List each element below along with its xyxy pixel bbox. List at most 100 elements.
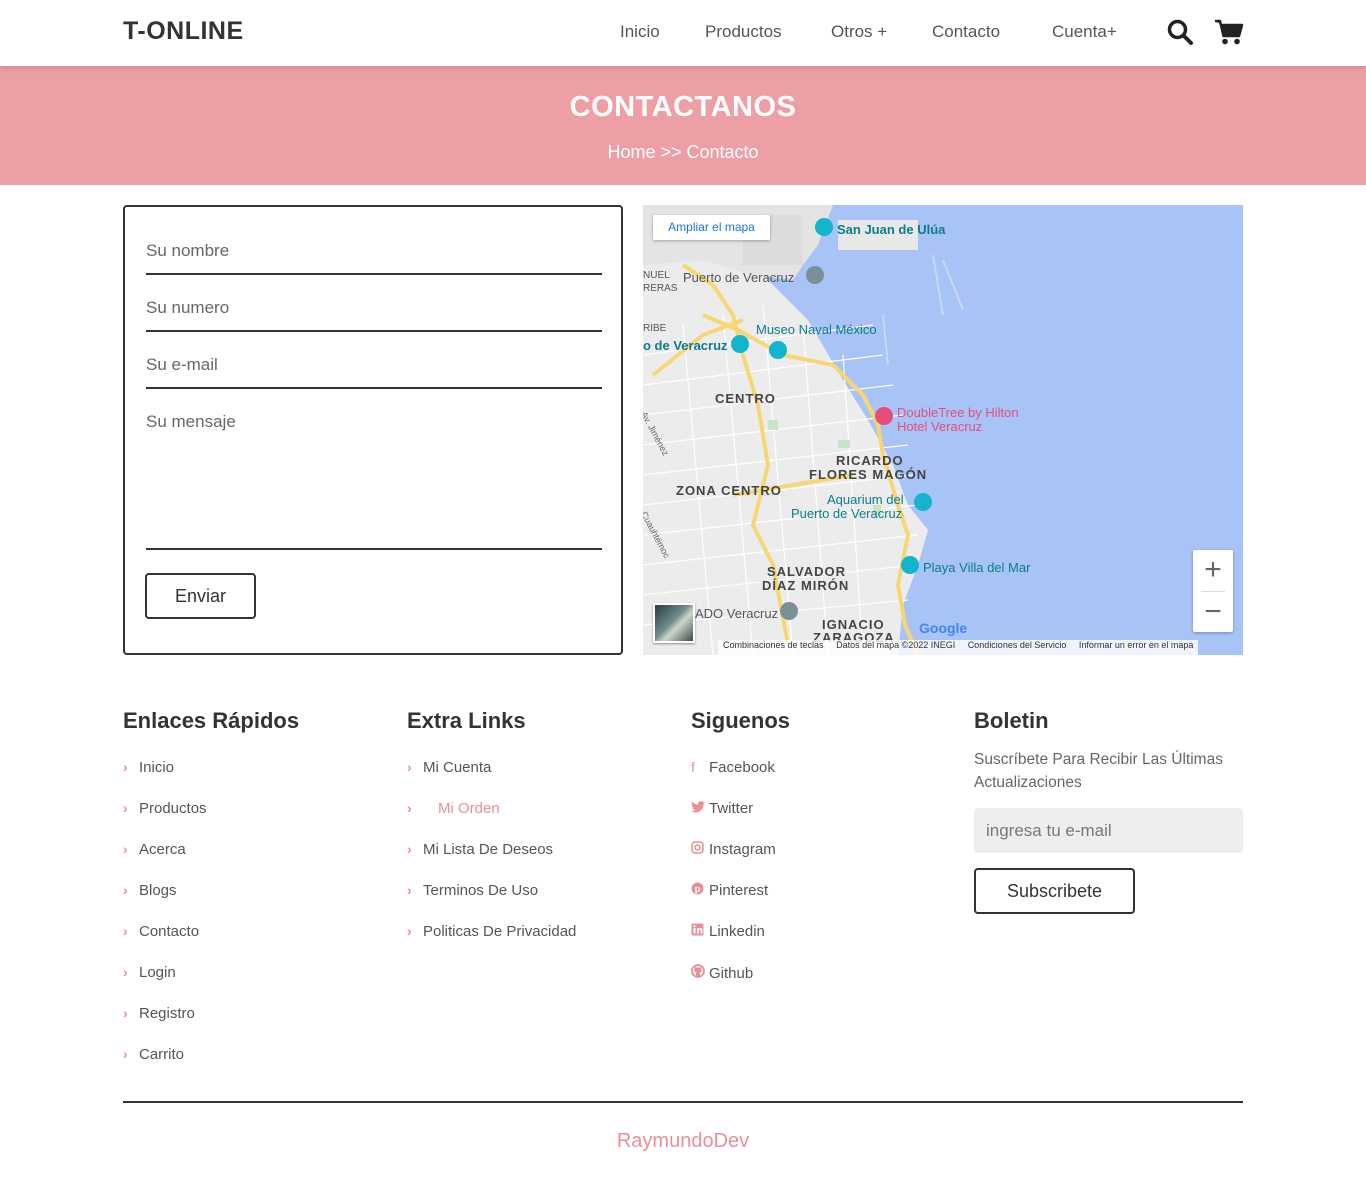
phone-field[interactable]: Su numero	[146, 298, 602, 332]
map-label-doubletree: DoubleTree by Hilton	[897, 405, 1019, 420]
social-link-label: Twitter	[709, 800, 754, 817]
map-label-ado: ADO Veracruz	[695, 606, 779, 621]
social-link-twitter[interactable]: Twitter	[691, 800, 753, 817]
map-expand-button[interactable]: Ampliar el mapa	[653, 215, 770, 240]
pinterest-icon: p	[691, 882, 709, 898]
map-label-aquarium: Aquarium del	[827, 492, 904, 507]
quick-link-inicio[interactable]: › Inicio	[123, 759, 174, 776]
social-link-linkedin[interactable]: Linkedin	[691, 923, 765, 940]
social-link-github[interactable]: Github	[691, 964, 753, 982]
quick-link-contacto[interactable]: › Contacto	[123, 923, 199, 940]
quick-link-productos[interactable]: › Productos	[123, 800, 207, 817]
facebook-icon: f	[691, 759, 695, 775]
twitter-icon	[691, 800, 709, 816]
map-label-diaz: DÍAZ MIRÓN	[762, 578, 850, 593]
nav-cuenta[interactable]: Cuenta+	[1052, 22, 1117, 42]
cart-icon[interactable]	[1214, 18, 1244, 46]
extra-link-lista-deseos[interactable]: › Mi Lista De Deseos	[407, 841, 553, 858]
send-button[interactable]: Enviar	[145, 573, 256, 619]
chevron-right-icon: ›	[407, 759, 412, 775]
social-column: Siguenos f Facebook Twitter Instagram p Pi…	[691, 708, 791, 982]
social-link-instagram[interactable]: Instagram	[691, 841, 776, 858]
extra-link-mi-cuenta[interactable]: › Mi Cuenta	[407, 759, 491, 776]
extra-link-label: Politicas De Privacidad	[423, 923, 577, 940]
map-label-centro: CENTRO	[715, 391, 776, 406]
email-field[interactable]: Su e-mail	[146, 355, 602, 389]
social-link-pinterest[interactable]: p Pinterest	[691, 882, 768, 899]
subscribe-button[interactable]: Subscribete	[974, 868, 1135, 914]
nav-otros[interactable]: Otros +	[831, 22, 887, 42]
quick-link-blogs[interactable]: › Blogs	[123, 882, 177, 899]
extra-link-label: Mi Cuenta	[423, 759, 492, 776]
zoom-out-button[interactable]: −	[1193, 592, 1233, 632]
map-foot-report[interactable]: Informar un error en el mapa	[1074, 640, 1199, 650]
extra-link-terminos[interactable]: › Terminos De Uso	[407, 882, 538, 899]
quick-link-label: Contacto	[139, 923, 200, 940]
map-foot-data: Datos del mapa ©2022 INEGI	[836, 640, 956, 650]
search-icon[interactable]	[1166, 18, 1194, 46]
footer-credit[interactable]: RaymundoDev	[0, 1130, 1366, 1153]
social-link-label: Github	[709, 965, 754, 982]
map-label-veracruz: o de Veracruz	[643, 338, 728, 353]
satellite-toggle[interactable]	[653, 603, 695, 643]
extra-links-title: Extra Links	[407, 708, 526, 733]
map-label-reras: RERAS	[643, 283, 678, 294]
map-label-museo: Museo Naval México	[756, 322, 877, 337]
quick-link-registro[interactable]: › Registro	[123, 1005, 195, 1022]
chevron-right-icon: ›	[123, 923, 128, 939]
quick-link-label: Blogs	[139, 882, 177, 899]
nav-productos[interactable]: Productos	[705, 22, 782, 42]
nav-contacto[interactable]: Contacto	[932, 22, 1000, 42]
map-label-salvador: SALVADOR	[767, 564, 847, 579]
extra-link-label: Mi Orden	[438, 800, 500, 817]
chevron-right-icon: ›	[123, 1046, 128, 1062]
newsletter-text: Suscríbete Para Recibir Las Últimas Actu…	[974, 751, 1223, 791]
extra-link-label: Terminos De Uso	[423, 882, 539, 899]
quick-link-login[interactable]: › Login	[123, 964, 176, 981]
message-field[interactable]: Su mensaje	[146, 412, 602, 550]
map-foot-terms[interactable]: Condiciones del Servicio	[963, 640, 1072, 650]
chevron-right-icon: ›	[123, 1005, 128, 1021]
name-field[interactable]: Su nombre	[146, 241, 602, 275]
extra-link-mi-orden[interactable]: › Mi Orden	[407, 800, 500, 817]
map-embed[interactable]: Ampliar el mapa San Juan de Ulúa Puerto …	[643, 205, 1243, 655]
linkedin-icon	[691, 923, 709, 939]
extra-links-column: Extra Links › Mi Cuenta › Mi Orden › Mi Lis…	[407, 708, 576, 940]
chevron-right-icon: ›	[123, 800, 128, 816]
quick-link-acerca[interactable]: › Acerca	[123, 841, 186, 858]
social-link-label: Facebook	[709, 759, 775, 776]
map-label-ricardo: RICARDO	[836, 453, 904, 468]
phone-placeholder: Su numero	[146, 298, 230, 317]
message-placeholder: Su mensaje	[146, 412, 236, 431]
social-title: Siguenos	[691, 708, 791, 733]
map-label-nuel: NUEL	[643, 270, 670, 281]
map-label-playa: Playa Villa del Mar	[923, 560, 1031, 575]
social-link-label: Instagram	[709, 841, 776, 858]
newsletter-title: Boletin	[974, 708, 1049, 733]
quick-link-label: Registro	[139, 1005, 195, 1022]
google-logo: Google	[919, 620, 968, 636]
social-link-facebook[interactable]: f Facebook	[691, 759, 775, 776]
zoom-in-button[interactable]: +	[1193, 550, 1233, 590]
chevron-right-icon: ›	[407, 882, 412, 898]
map-label-ribe: RIBE	[643, 323, 667, 334]
chevron-right-icon: ›	[123, 964, 128, 980]
page-banner: CONTACTANOS Home >> Contacto	[0, 66, 1366, 185]
site-logo[interactable]: T-ONLINE	[123, 17, 244, 46]
map-zoom-controls: + −	[1193, 550, 1233, 632]
nav-inicio[interactable]: Inicio	[620, 22, 660, 42]
quick-link-label: Productos	[139, 800, 207, 817]
chevron-right-icon: ›	[123, 841, 128, 857]
svg-text:p: p	[695, 884, 701, 894]
newsletter-email-input[interactable]: ingresa tu e-mail	[974, 808, 1243, 853]
map-label-puerto: Puerto de Veracruz	[683, 270, 795, 285]
social-link-label: Linkedin	[709, 923, 765, 940]
quick-link-label: Inicio	[139, 759, 175, 776]
map-foot-shortcuts[interactable]: Combinaciones de teclas	[718, 640, 829, 650]
instagram-icon	[691, 841, 709, 857]
quick-link-carrito[interactable]: › Carrito	[123, 1046, 184, 1063]
extra-link-privacidad[interactable]: › Politicas De Privacidad	[407, 923, 576, 940]
breadcrumb[interactable]: Home >> Contacto	[0, 142, 1366, 163]
footer-divider	[123, 1101, 1243, 1103]
map-attribution: Combinaciones de teclas Datos del mapa ©…	[718, 640, 1199, 655]
